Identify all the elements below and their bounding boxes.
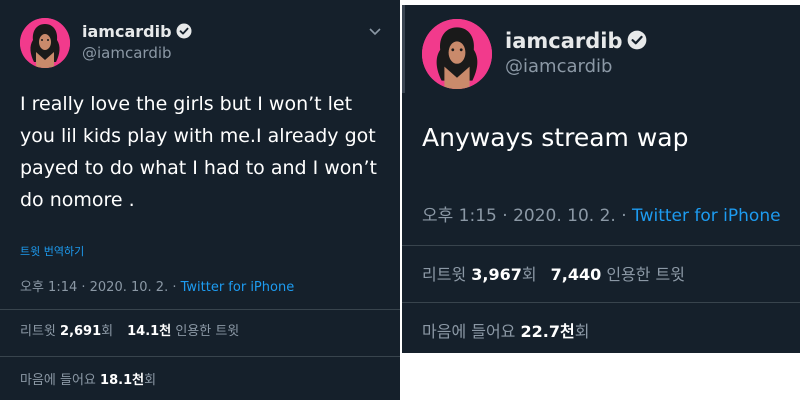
retweets-count[interactable]: 2,691 (60, 324, 101, 339)
retweets-count[interactable]: 3,967 (471, 265, 522, 284)
retweets-label: 리트윗 (20, 324, 56, 339)
likes-label: 마음에 들어요 (20, 373, 96, 388)
divider (402, 302, 800, 303)
quotes-count[interactable]: 14.1천 (127, 324, 171, 339)
likes-count[interactable]: 22.7천 (521, 322, 575, 341)
retweets-label: 리트윗 (422, 265, 467, 284)
verified-badge-icon (627, 30, 647, 55)
tweet-text: Anyways stream wap (422, 123, 689, 152)
divider (0, 356, 400, 357)
chevron-down-icon[interactable] (368, 22, 382, 41)
retweets-unit: 회 (521, 265, 537, 284)
display-name[interactable]: iamcardib (82, 22, 192, 43)
quotes-count[interactable]: 7,440 (551, 265, 602, 284)
tweet-panel-left: iamcardib @iamcardib I really love the g… (0, 0, 400, 400)
tweet-panel-right: iamcardib @iamcardib Anyways stream wap … (402, 5, 800, 353)
verified-badge-icon (176, 23, 192, 43)
timestamp-text: 오후 1:14 · 2020. 10. 2. · (20, 280, 181, 295)
tweet-timestamp: 오후 1:15 · 2020. 10. 2. · Twitter for iPh… (422, 201, 781, 226)
engagement-stats: 리트윗 2,691회 14.1천 인용한 트윗 (20, 320, 239, 339)
likes-unit: 회 (574, 322, 590, 341)
quotes-label: 인용한 트윗 (606, 265, 685, 284)
divider (402, 245, 800, 246)
avatar-illustration-icon (422, 19, 492, 89)
profile-avatar[interactable] (422, 19, 492, 89)
translate-tweet-link[interactable]: 트윗 번역하기 (20, 243, 84, 259)
tweet-text: I really love the girls but I won’t let … (20, 93, 377, 211)
tweet-timestamp: 오후 1:14 · 2020. 10. 2. · Twitter for iPh… (20, 276, 294, 295)
engagement-stats: 리트윗 3,967회 7,440 인용한 트윗 (422, 261, 685, 285)
likes-count[interactable]: 18.1천 (100, 373, 144, 388)
quotes-label: 인용한 트윗 (175, 324, 240, 339)
tweet-source-link[interactable]: Twitter for iPhone (181, 280, 295, 295)
divider (0, 309, 400, 310)
user-handle[interactable]: @iamcardib (505, 56, 612, 77)
profile-avatar[interactable] (20, 18, 70, 68)
display-name[interactable]: iamcardib (505, 29, 647, 55)
retweets-unit: 회 (101, 324, 114, 339)
user-handle[interactable]: @iamcardib (82, 44, 172, 62)
likes-unit: 회 (144, 373, 157, 388)
likes-stats: 마음에 들어요 18.1천회 (20, 369, 156, 388)
likes-label: 마음에 들어요 (422, 322, 516, 341)
likes-stats: 마음에 들어요 22.7천회 (422, 318, 589, 342)
avatar-illustration-icon (20, 18, 70, 68)
scrollbar[interactable] (402, 5, 405, 93)
timestamp-text: 오후 1:15 · 2020. 10. 2. · (422, 206, 633, 226)
tweet-source-link[interactable]: Twitter for iPhone (632, 206, 781, 226)
